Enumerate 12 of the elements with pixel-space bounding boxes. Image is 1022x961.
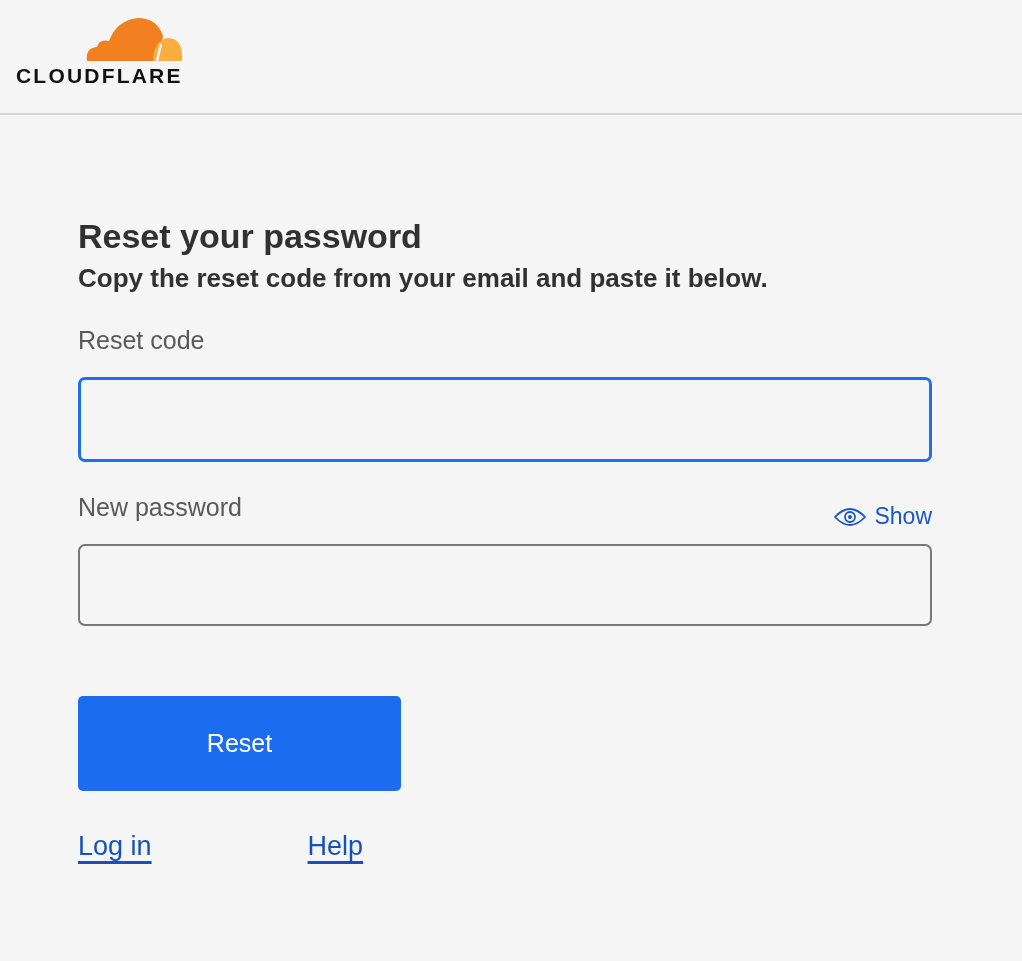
input-field[interactable] <box>78 544 932 626</box>
eye-icon <box>834 506 867 527</box>
reset-button[interactable]: Reset <box>78 696 401 791</box>
field-label: New password <box>78 492 242 523</box>
text-link[interactable]: Log in <box>78 831 152 862</box>
field-label: Reset code <box>78 325 205 356</box>
form-title: Reset your password <box>78 216 423 257</box>
show-password-button[interactable]: Show <box>834 503 932 530</box>
text-link[interactable]: Help <box>307 831 364 862</box>
form-subtitle: Copy the reset code from your email and paste it below. <box>78 262 769 295</box>
logo-text: CLOUDFLARE <box>16 65 183 87</box>
input-field[interactable] <box>78 377 932 462</box>
